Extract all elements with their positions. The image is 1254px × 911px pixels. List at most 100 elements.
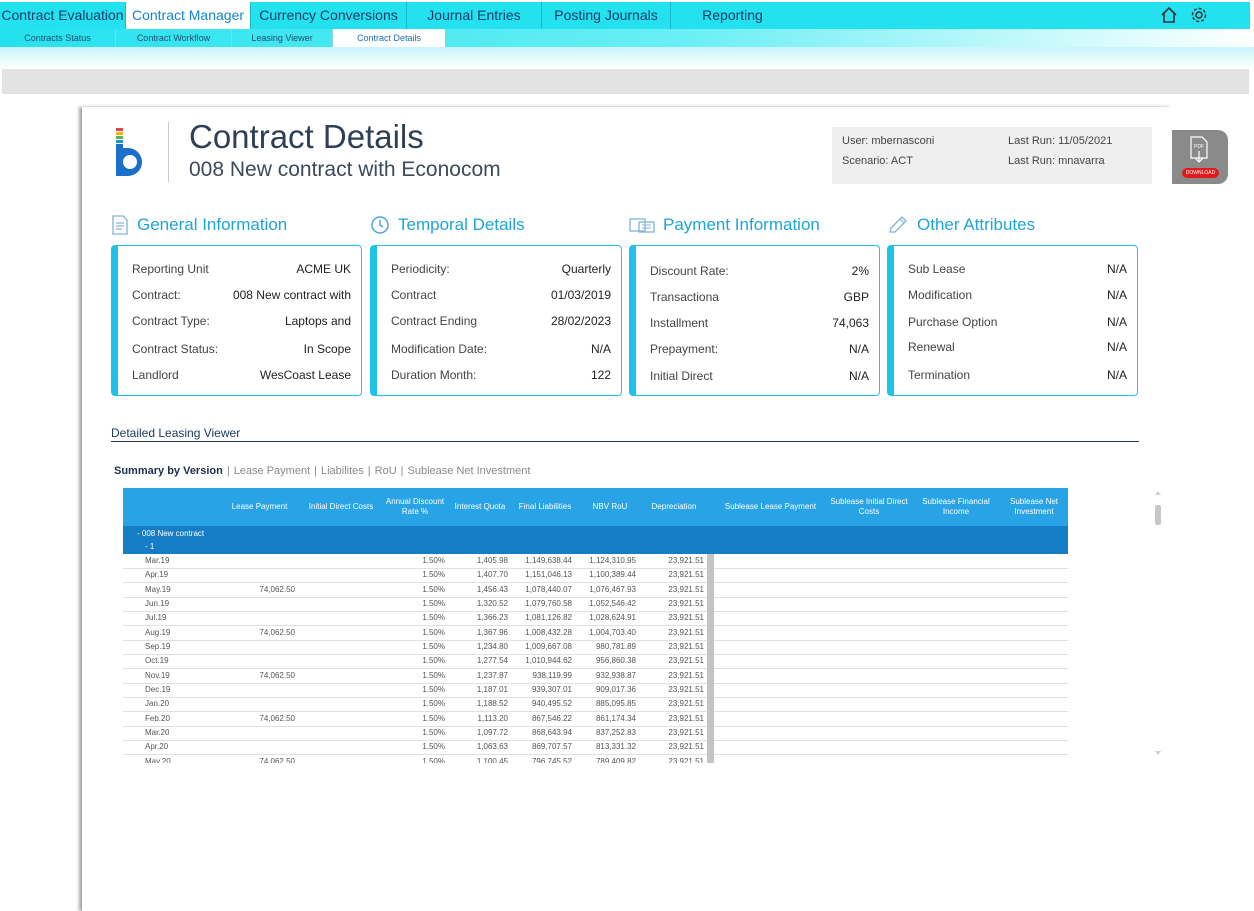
row-period: Aug.19: [145, 627, 171, 637]
tab-posting-journals[interactable]: Posting Journals: [542, 2, 671, 29]
table-cell: 1,456.43: [476, 584, 508, 594]
info-row: Purchase Option N/A: [908, 315, 1127, 329]
toolbar-band: [2, 69, 1249, 94]
table-row[interactable]: Jun.19 1.50% 1,320.52 1,079,760.58 1,052,546…: [123, 597, 1068, 612]
row-period: Dec.19: [145, 684, 171, 694]
row-period: Jan.20: [145, 699, 170, 709]
table-cell: 23,921.51: [668, 699, 704, 709]
row-period: Mar.20: [145, 727, 170, 737]
column-header[interactable]: Final Liabilities: [513, 488, 577, 526]
section-other-attributes: Other Attributes: [887, 213, 1035, 237]
table-row[interactable]: Apr.20 1.50% 1,063.63 869,707.57 813,331.32 2…: [123, 740, 1068, 756]
table-cell: 1,100,389.44: [589, 570, 636, 580]
tab-contract-manager[interactable]: Contract Manager: [126, 2, 251, 29]
section-title: Temporal Details: [398, 215, 525, 234]
money-icon: [629, 218, 655, 233]
subtab-contract-workflow[interactable]: Contract Workflow: [116, 29, 232, 47]
table-cell: 789,409.82: [595, 756, 636, 763]
table-row[interactable]: Jan.20 1.50% 1,188.52 940,495.52 885,095.85 2…: [123, 697, 1068, 713]
info-row: Prepayment: N/A: [650, 342, 869, 356]
column-header[interactable]: NBV RoU: [578, 488, 642, 526]
table-cell: 1,063.63: [476, 742, 508, 752]
table-cell: 74,062.50: [259, 756, 295, 763]
group-row[interactable]: - 008 New contract - 1: [123, 526, 1068, 554]
info-row: Contract: 008 New contract with: [132, 288, 351, 302]
tab-reporting[interactable]: Reporting: [671, 2, 794, 29]
table-cell: 1,149,638.44: [525, 556, 572, 565]
table-scrollbar[interactable]: [1152, 488, 1162, 760]
home-icon[interactable]: [1158, 3, 1180, 27]
table-cell: 1.50%: [422, 656, 445, 666]
table-cell: 1,004,703.40: [589, 627, 636, 637]
viewer-tab-liabilites[interactable]: Liabilites: [321, 465, 364, 477]
subtab-leasing-viewer[interactable]: Leasing Viewer: [232, 29, 333, 47]
table-cell: 939,307.01: [531, 684, 572, 694]
column-header[interactable]: Interest Quota: [448, 488, 512, 526]
viewer-tab-sublease-net-investment[interactable]: Sublease Net Investment: [408, 465, 531, 477]
info-row: Modification Date: N/A: [391, 342, 611, 356]
column-header[interactable]: Lease Payment: [223, 488, 296, 526]
table-cell: 1,081,126.82: [525, 613, 572, 623]
clock-icon: [371, 216, 389, 234]
table-row[interactable]: Jul.19 1.50% 1,366.23 1,081,126.82 1,028,624…: [123, 611, 1068, 627]
table-row[interactable]: Oct.19 1.50% 1,277.54 1,010,944.62 956,860.3…: [123, 654, 1068, 670]
page-subtitle: 008 New contract with Econocom: [189, 158, 501, 181]
table-row[interactable]: Mar.19 1.50% 1,405.98 1,149,638.44 1,124,310…: [123, 554, 1068, 569]
subtab-contracts-status[interactable]: Contracts Status: [0, 29, 116, 47]
table-cell: 940,495.52: [531, 699, 572, 709]
svg-text:PDF: PDF: [1194, 144, 1204, 150]
page-title: Contract Details: [189, 118, 424, 155]
settings-gear-icon[interactable]: [1188, 3, 1210, 27]
viewer-tabs: Summary by Version | Lease Payment | Liabi…: [114, 465, 531, 477]
column-header[interactable]: Annual Discount Rate %: [385, 488, 445, 526]
pdf-file-icon: PDF: [1190, 136, 1208, 163]
table-cell: 1.50%: [422, 613, 445, 623]
column-header[interactable]: Sublease Initial Direct Costs: [830, 488, 908, 526]
row-period: Feb.20: [145, 713, 170, 723]
column-header[interactable]: Depreciation: [643, 488, 705, 526]
info-row: Installment 74,063: [650, 316, 869, 330]
table-row[interactable]: Apr.19 1.50% 1,407.70 1,151,046.13 1,100,389…: [123, 568, 1068, 584]
table-cell: 23,921.51: [668, 613, 704, 623]
column-header[interactable]: Sublease Lease Payment: [713, 488, 828, 526]
tab-currency-conversions[interactable]: Currency Conversions: [251, 2, 407, 29]
info-row: Contract Type: Laptops and: [132, 314, 351, 328]
table-cell: 956,860.38: [595, 656, 636, 666]
table-row[interactable]: May.20 74,062.50 1.50% 1,100.45 796,745.52 78…: [123, 755, 1068, 763]
table-cell: 1,151,046.13: [525, 570, 572, 580]
table-row[interactable]: Nov.19 74,062.50 1.50% 1,237.87 938,119.99 93…: [123, 669, 1068, 684]
viewer-tab-rou[interactable]: RoU: [375, 465, 397, 477]
table-cell: 1,234.80: [476, 641, 508, 651]
table-row[interactable]: Feb.20 74,062.50 1.50% 1,113.20 867,546.22 86…: [123, 712, 1068, 727]
table-cell: 1.50%: [422, 584, 445, 594]
column-header[interactable]: Sublease Net Investment: [1003, 488, 1065, 526]
pdf-download-button[interactable]: PDF DOWNLOAD: [1172, 130, 1228, 184]
tab-contract-evaluation[interactable]: Contract Evaluation: [0, 2, 126, 29]
info-row: Contract Status: In Scope: [132, 342, 351, 356]
header-band: [0, 47, 1254, 69]
section-title: Payment Information: [663, 215, 820, 234]
scrollbar-thumb[interactable]: [1155, 505, 1161, 525]
table-row[interactable]: Sep.19 1.50% 1,234.80 1,009,667.08 980,781.8…: [123, 640, 1068, 655]
viewer-tab-summary-by-version[interactable]: Summary by Version: [114, 465, 223, 477]
last-run-user: Last Run: mnavarra: [1008, 155, 1105, 167]
tab-journal-entries[interactable]: Journal Entries: [407, 2, 542, 29]
info-row: Sub Lease N/A: [908, 262, 1127, 276]
table-row[interactable]: Dec.19 1.50% 1,187.01 939,307.01 909,017.36 2…: [123, 683, 1068, 698]
table-cell: 1.50%: [422, 570, 445, 580]
info-row: Contract Ending 28/02/2023: [391, 314, 611, 328]
column-header[interactable]: Initial Direct Costs: [301, 488, 381, 526]
viewer-tab-lease-payment[interactable]: Lease Payment: [234, 465, 310, 477]
row-period: Apr.19: [145, 570, 169, 580]
table-row[interactable]: Aug.19 74,062.50 1.50% 1,367.96 1,008,432.28…: [123, 626, 1068, 641]
table-cell: 1,009,667.08: [525, 641, 572, 651]
table-cell: 1,010,944.62: [525, 656, 572, 666]
subtab-contract-details[interactable]: Contract Details: [333, 29, 445, 47]
table-cell: 837,252.83: [595, 727, 636, 737]
table-cell: 23,921.51: [668, 627, 704, 637]
column-header[interactable]: Sublease Financial Income: [913, 488, 999, 526]
table-row[interactable]: Mar.20 1.50% 1,097.72 868,643.94 837,252.83 2…: [123, 726, 1068, 741]
table-cell: 23,921.51: [668, 570, 704, 580]
top-navigation: Contract Evaluation Contract Manager Cur…: [0, 0, 1254, 30]
table-row[interactable]: May.19 74,062.50 1.50% 1,456.43 1,078,440.07…: [123, 583, 1068, 598]
